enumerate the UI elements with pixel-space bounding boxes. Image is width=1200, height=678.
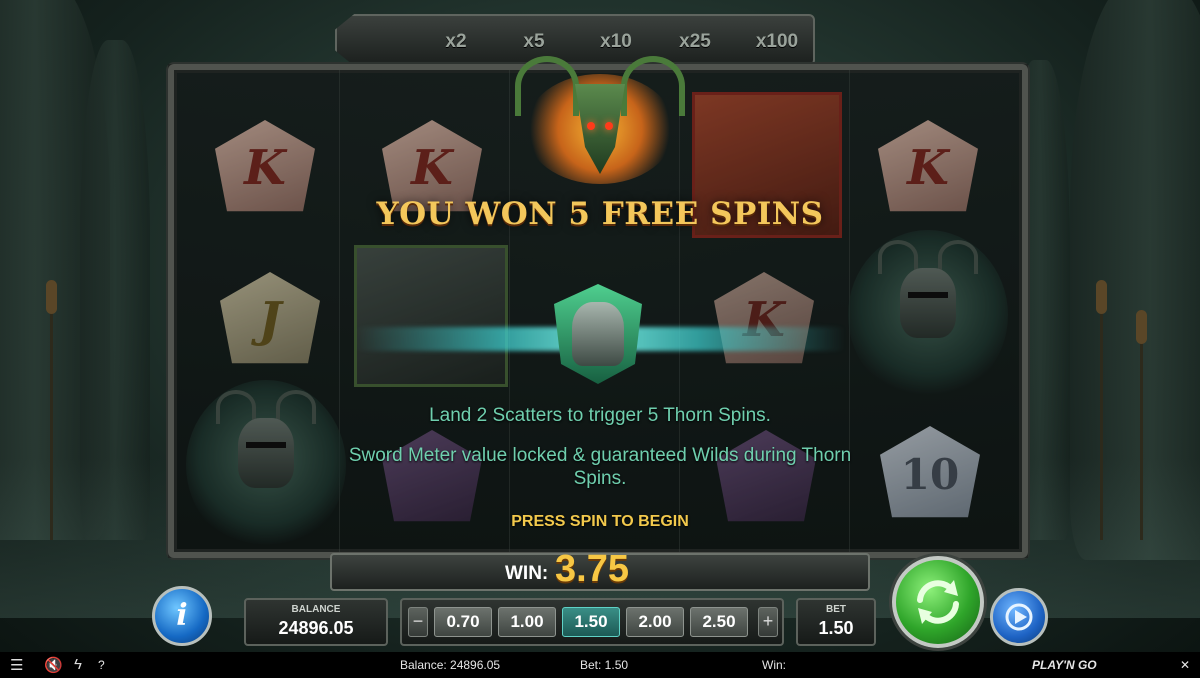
bet-option-selected[interactable]: 1.50: [562, 607, 620, 637]
scatter-helmet: [572, 302, 624, 366]
status-bar: ☰ 🔇 ϟ ? Balance: 24896.05 Bet: 1.50 Win:…: [0, 652, 1200, 678]
mute-icon[interactable]: 🔇: [44, 656, 63, 674]
win-value: 3.75: [555, 548, 629, 590]
reed: [1096, 280, 1107, 540]
bet-decrease-button[interactable]: −: [408, 607, 428, 637]
free-spins-title: YOU WON 5 FREE SPINS: [376, 196, 824, 232]
lightning-icon[interactable]: ϟ: [74, 656, 82, 673]
bet-label: BET: [826, 604, 846, 615]
autoplay-button[interactable]: [990, 588, 1048, 646]
horn-right: [621, 56, 685, 116]
bet-increase-button[interactable]: +: [758, 607, 778, 637]
refresh-arrows-icon: [917, 580, 959, 624]
press-spin-prompt: PRESS SPIN TO BEGIN: [511, 513, 689, 530]
balance-label: BALANCE: [291, 604, 341, 615]
popup-line-2: Sword Meter value locked & guaranteed Wi…: [348, 445, 852, 489]
scatter-knight-icon: [548, 262, 648, 390]
autoplay-icon: [1005, 603, 1033, 631]
bet-option[interactable]: 1.00: [498, 607, 556, 637]
help-button[interactable]: ?: [98, 658, 105, 672]
bet-panel: BET 1.50: [796, 598, 876, 646]
eye: [605, 122, 613, 130]
close-icon[interactable]: ✕: [1180, 658, 1190, 672]
multiplier-x100: x100: [755, 31, 799, 52]
status-bet: Bet: 1.50: [580, 658, 629, 672]
status-win: Win:: [762, 658, 786, 672]
bet-option[interactable]: 2.00: [626, 607, 684, 637]
status-balance: Balance: 24896.05: [400, 658, 501, 672]
stag-skull-emblem: [505, 44, 695, 194]
reed: [46, 280, 57, 540]
balance-value: 24896.05: [278, 618, 354, 638]
horn-left: [515, 56, 579, 116]
reed: [1136, 310, 1147, 540]
menu-icon[interactable]: ☰: [10, 656, 23, 674]
bet-option[interactable]: 2.50: [690, 607, 748, 637]
spin-button[interactable]: [892, 556, 984, 648]
bet-value: 1.50: [818, 618, 854, 638]
playngo-logo: PLAY'N GO: [1032, 658, 1097, 672]
info-button[interactable]: i: [152, 586, 212, 646]
eye: [587, 122, 595, 130]
balance-panel: BALANCE 24896.05: [244, 598, 388, 646]
bet-option[interactable]: 0.70: [434, 607, 492, 637]
multiplier-x2: x2: [445, 31, 467, 52]
win-label: WIN:: [505, 563, 549, 584]
popup-line-1: Land 2 Scatters to trigger 5 Thorn Spins…: [429, 405, 771, 426]
